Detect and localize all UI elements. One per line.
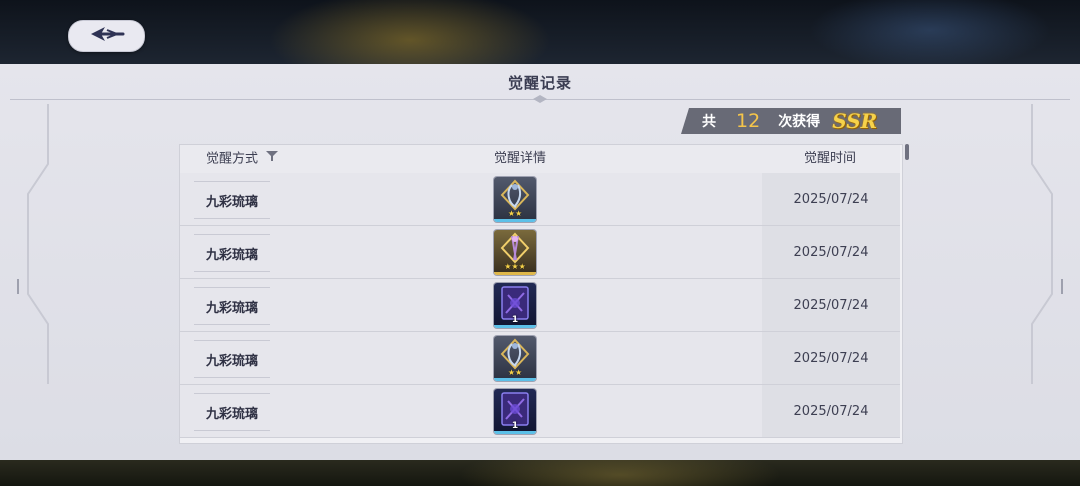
table-scrollbar[interactable] — [905, 144, 910, 442]
back-button[interactable] — [68, 20, 145, 52]
table-row: 九彩琉璃 ★★ 2025/07/24 — [180, 332, 900, 385]
awakening-time: 2025/07/24 — [762, 332, 900, 384]
table-rows: 九彩琉璃 ★★ 2025/07/24 九彩琉璃 ★★★ 2025/07/24 九… — [180, 173, 900, 438]
summary-suffix: 次获得 — [778, 114, 821, 130]
awakening-method: 九彩琉璃 — [194, 393, 270, 431]
summary-count: 12 — [736, 110, 761, 132]
item-quantity: 1 — [511, 421, 519, 431]
scroll-thumb[interactable] — [905, 144, 909, 160]
item-stars: ★★ — [507, 368, 523, 377]
purple-card-icon[interactable]: 1 — [494, 283, 536, 328]
ssr-count-badge: 共 12 次获得 SSR — [681, 108, 901, 134]
awakening-method: 九彩琉璃 — [194, 287, 270, 325]
gold-hairpin-icon[interactable]: ★★★ — [494, 230, 536, 275]
back-arrow-icon — [87, 24, 127, 48]
awakening-detail: ★★ — [494, 177, 538, 222]
awakening-detail: 1 — [494, 389, 538, 434]
summary-prefix: 共 — [702, 114, 716, 130]
panel-title: 觉醒记录 — [507, 73, 572, 92]
awakening-time: 2025/07/24 — [762, 279, 900, 331]
table-row: 九彩琉璃 1 2025/07/24 — [180, 279, 900, 332]
awakening-time: 2025/07/24 — [762, 173, 900, 225]
table-row: 九彩琉璃 ★★ 2025/07/24 — [180, 173, 900, 226]
panel-ornament-left — [17, 104, 49, 384]
awakening-method: 九彩琉璃 — [194, 181, 270, 219]
panel-ornament-right — [1031, 104, 1063, 384]
game-background-bottom — [0, 460, 1080, 486]
awakening-time: 2025/07/24 — [762, 385, 900, 437]
header-detail: 觉醒详情 — [493, 151, 546, 166]
header-time: 觉醒时间 — [803, 151, 856, 166]
item-stars: ★★ — [507, 209, 523, 218]
awakening-detail: 1 — [494, 283, 538, 328]
silver-hairpin-icon[interactable]: ★★ — [494, 336, 536, 381]
awakening-detail: ★★★ — [494, 230, 538, 275]
header-method[interactable]: 觉醒方式 — [206, 145, 279, 173]
awakening-detail: ★★ — [494, 336, 538, 381]
item-stars: ★★★ — [504, 262, 526, 271]
header-method-label: 觉醒方式 — [206, 151, 259, 167]
awakening-table: 觉醒方式 觉醒详情 觉醒时间 九彩琉璃 ★★ 2025/07/24 九彩琉璃 ★… — [179, 144, 903, 444]
table-header: 觉醒方式 觉醒详情 觉醒时间 — [180, 145, 900, 173]
awakening-time: 2025/07/24 — [762, 226, 900, 278]
filter-funnel-icon[interactable] — [266, 145, 279, 173]
purple-card-icon[interactable]: 1 — [494, 389, 536, 434]
game-background-top — [0, 0, 1080, 64]
silver-hairpin-icon[interactable]: ★★ — [494, 177, 536, 222]
header-gem-ornament — [533, 95, 547, 103]
table-row: 九彩琉璃 1 2025/07/24 — [180, 385, 900, 438]
awakening-method: 九彩琉璃 — [194, 234, 270, 272]
awakening-method: 九彩琉璃 — [194, 340, 270, 378]
table-row: 九彩琉璃 ★★★ 2025/07/24 — [180, 226, 900, 279]
awakening-record-panel: 觉醒记录 共 12 次获得 SSR 觉醒方式 觉醒详情 觉醒时间 九彩琉璃 ★★… — [0, 64, 1080, 460]
ssr-rank-label: SSR — [832, 109, 878, 133]
item-quantity: 1 — [511, 315, 519, 325]
